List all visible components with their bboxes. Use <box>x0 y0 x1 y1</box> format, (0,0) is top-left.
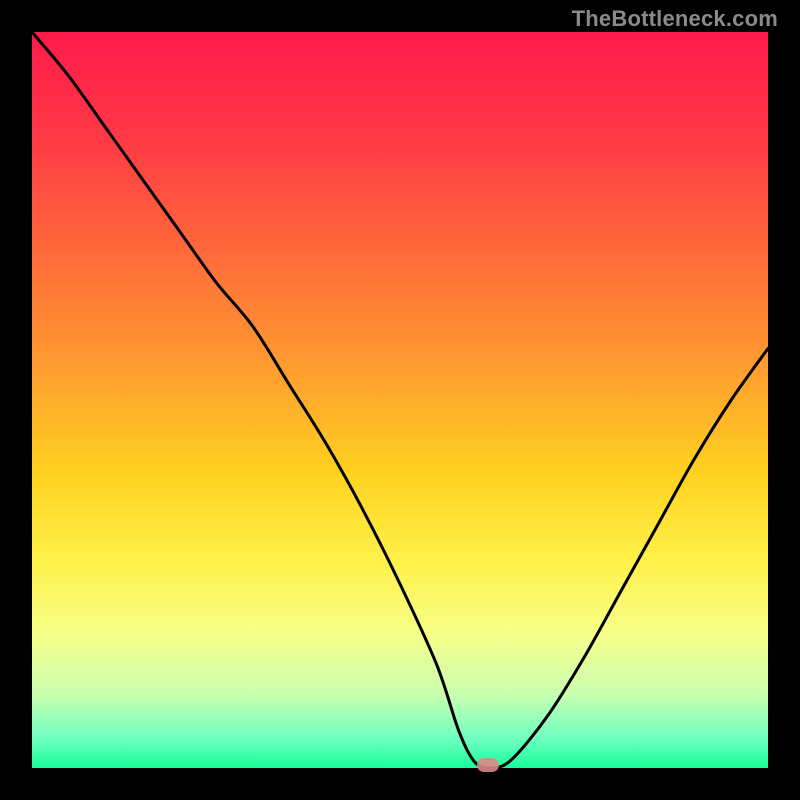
optimal-point-marker <box>477 758 499 772</box>
gradient-background <box>32 32 768 768</box>
plot-svg <box>32 32 768 768</box>
plot-area <box>32 32 768 768</box>
chart-frame: TheBottleneck.com <box>0 0 800 800</box>
watermark-text: TheBottleneck.com <box>572 6 778 32</box>
